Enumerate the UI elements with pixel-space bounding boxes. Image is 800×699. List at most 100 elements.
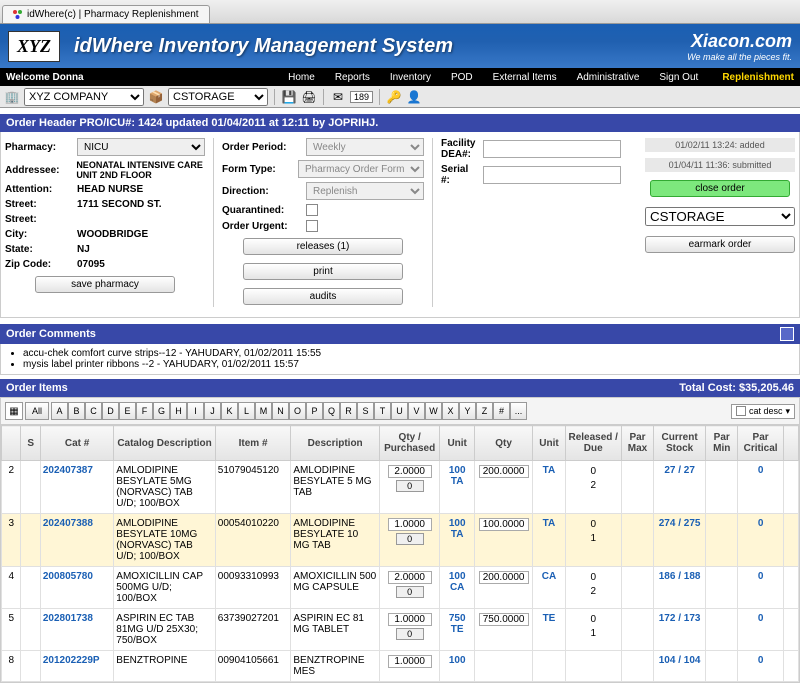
nav-inventory[interactable]: Inventory [390, 72, 431, 83]
qty2-input[interactable] [479, 465, 529, 478]
filter-letter-Q[interactable]: Q [323, 402, 340, 420]
filter-letter-T[interactable]: T [374, 402, 391, 420]
col-header[interactable]: Catalog Description [114, 426, 216, 461]
qty-input[interactable] [388, 571, 432, 584]
nav-home[interactable]: Home [288, 72, 315, 83]
filter-letter-G[interactable]: G [153, 402, 170, 420]
filter-letter-D[interactable]: D [102, 402, 119, 420]
dea-input[interactable] [483, 140, 621, 158]
qty2-input[interactable] [479, 518, 529, 531]
urgent-checkbox[interactable] [306, 220, 318, 232]
catdesc-menu-icon[interactable]: ▾ [785, 406, 790, 417]
table-row[interactable]: 3202407388AMLODIPINE BESYLATE 10MG (NORV… [2, 514, 799, 567]
user-icon[interactable]: 👤 [406, 89, 422, 105]
col-header[interactable] [2, 426, 21, 461]
nav-admin[interactable]: Administrative [577, 72, 640, 83]
filter-add-icon[interactable]: ▦ [5, 402, 23, 420]
col-header[interactable]: S [21, 426, 40, 461]
col-header[interactable] [783, 426, 798, 461]
filter-letter-S[interactable]: S [357, 402, 374, 420]
comment-item: mysis label printer ribbons --2 - YAHUDA… [23, 359, 793, 370]
col-header[interactable]: Par Critical [738, 426, 783, 461]
filter-letter-H[interactable]: H [170, 402, 187, 420]
filter-letter-...[interactable]: ... [510, 402, 527, 420]
formtype-select[interactable]: Pharmacy Order Form [298, 160, 424, 178]
mail-icon[interactable]: ✉ [330, 89, 346, 105]
col-header[interactable]: Par Min [706, 426, 738, 461]
table-row[interactable]: 5202801738ASPIRIN EC TAB 81MG U/D 25X30;… [2, 609, 799, 651]
nav-reports[interactable]: Reports [335, 72, 370, 83]
qty-input[interactable] [388, 518, 432, 531]
col-header[interactable]: Released / Due [565, 426, 621, 461]
table-row[interactable]: 8201202229PBENZTROPINE00904105661BENZTRO… [2, 651, 799, 682]
col-header[interactable]: Unit [533, 426, 565, 461]
col-header[interactable]: Description [291, 426, 380, 461]
filter-letter-O[interactable]: O [289, 402, 306, 420]
col-header[interactable]: Cat # [40, 426, 113, 461]
filter-letter-Z[interactable]: Z [476, 402, 493, 420]
key-icon[interactable]: 🔑 [386, 89, 402, 105]
filter-letter-P[interactable]: P [306, 402, 323, 420]
filter-letter-M[interactable]: M [255, 402, 272, 420]
filter-letter-W[interactable]: W [425, 402, 442, 420]
browser-tab[interactable]: idWhere(c) | Pharmacy Replenishment [2, 5, 210, 23]
releases-button[interactable]: releases (1) [243, 238, 403, 255]
table-row[interactable]: 2202407387AMLODIPINE BESYLATE 5MG (NORVA… [2, 461, 799, 514]
col-header[interactable]: Qty / Purchased [379, 426, 439, 461]
col-header[interactable]: Qty [474, 426, 532, 461]
serial-input[interactable] [483, 166, 621, 184]
qty-input[interactable] [388, 655, 432, 668]
print-icon[interactable]: 🖨 [301, 89, 317, 105]
qty-input[interactable] [388, 613, 432, 626]
filter-letter-J[interactable]: J [204, 402, 221, 420]
col-header[interactable]: Item # [215, 426, 291, 461]
qty2-input[interactable] [479, 613, 529, 626]
print-button[interactable]: print [243, 263, 403, 280]
filter-letter-R[interactable]: R [340, 402, 357, 420]
quarantined-checkbox[interactable] [306, 204, 318, 216]
vendor-tagline: We make all the pieces fit. [687, 52, 792, 62]
filter-letter-V[interactable]: V [408, 402, 425, 420]
filter-letter-F[interactable]: F [136, 402, 153, 420]
filter-all-button[interactable]: All [25, 402, 49, 420]
nav-pod[interactable]: POD [451, 72, 473, 83]
catdesc-checkbox[interactable] [736, 406, 746, 416]
col-header[interactable]: Current Stock [654, 426, 706, 461]
storage-select[interactable]: CSTORAGE [168, 88, 268, 106]
filter-letter-I[interactable]: I [187, 402, 204, 420]
filter-letter-C[interactable]: C [85, 402, 102, 420]
audits-button[interactable]: audits [243, 288, 403, 305]
nav-external[interactable]: External Items [493, 72, 557, 83]
filter-letter-#[interactable]: # [493, 402, 510, 420]
filter-letter-Y[interactable]: Y [459, 402, 476, 420]
col-header[interactable]: Par Max [621, 426, 653, 461]
filter-letter-N[interactable]: N [272, 402, 289, 420]
filter-letter-X[interactable]: X [442, 402, 459, 420]
save-pharmacy-button[interactable]: save pharmacy [35, 276, 175, 293]
browser-tab-bar: idWhere(c) | Pharmacy Replenishment [0, 0, 800, 24]
table-row[interactable]: 4200805780AMOXICILLIN CAP 500MG U/D; 100… [2, 567, 799, 609]
mail-count-badge: 189 [350, 91, 373, 103]
pharmacy-label: Pharmacy: [5, 142, 73, 153]
earmark-button[interactable]: earmark order [645, 236, 795, 253]
company-select[interactable]: XYZ COMPANY [24, 88, 144, 106]
filter-letter-B[interactable]: B [68, 402, 85, 420]
nav-signout[interactable]: Sign Out [659, 72, 698, 83]
storage-action-select[interactable]: CSTORAGE [645, 207, 795, 226]
filter-letter-L[interactable]: L [238, 402, 255, 420]
filter-letter-K[interactable]: K [221, 402, 238, 420]
qty-input[interactable] [388, 465, 432, 478]
close-order-button[interactable]: close order [650, 180, 790, 197]
save-icon[interactable]: 💾 [281, 89, 297, 105]
qty2-input[interactable] [479, 571, 529, 584]
filter-letter-U[interactable]: U [391, 402, 408, 420]
pharmacy-select[interactable]: NICU [77, 138, 205, 156]
filter-letter-E[interactable]: E [119, 402, 136, 420]
filter-letter-A[interactable]: A [51, 402, 68, 420]
direction-select[interactable]: Replenish [306, 182, 424, 200]
col-header[interactable]: Unit [440, 426, 475, 461]
period-select[interactable]: Weekly [306, 138, 424, 156]
tab-favicon-icon [13, 10, 23, 20]
comments-action-icon[interactable] [780, 327, 794, 341]
catdesc-toggle[interactable]: cat desc ▾ [731, 404, 795, 419]
